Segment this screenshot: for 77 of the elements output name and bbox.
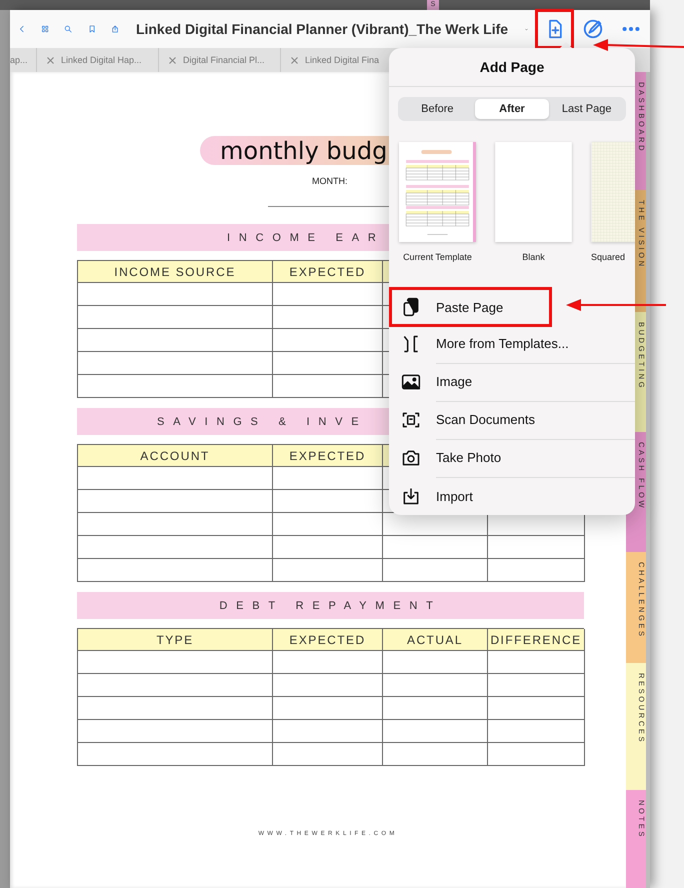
table-cell[interactable] bbox=[488, 536, 585, 559]
table-cell[interactable] bbox=[383, 536, 488, 559]
table-cell[interactable] bbox=[273, 306, 383, 329]
position-option[interactable]: After bbox=[474, 99, 550, 119]
tab-label: Digital Financial Pl... bbox=[183, 55, 265, 65]
column-header: ACTUAL bbox=[383, 629, 488, 651]
popover-title: Add Page bbox=[480, 59, 544, 75]
table-cell[interactable] bbox=[488, 651, 585, 674]
template-label: Blank bbox=[522, 252, 545, 262]
table-cell[interactable] bbox=[273, 283, 383, 306]
scan-icon bbox=[401, 410, 421, 430]
table-cell[interactable] bbox=[78, 674, 273, 697]
import-icon bbox=[401, 486, 421, 506]
template-label: Squared bbox=[591, 252, 626, 262]
table-cell[interactable] bbox=[488, 559, 585, 582]
position-option[interactable]: Before bbox=[400, 99, 475, 119]
position-option[interactable]: Last Page bbox=[549, 99, 624, 119]
month-label: MONTH: bbox=[312, 176, 348, 186]
table-cell[interactable] bbox=[488, 674, 585, 697]
table-cell[interactable] bbox=[78, 467, 273, 490]
template-thumbnail-drawing[interactable] bbox=[399, 142, 476, 242]
table-cell[interactable] bbox=[273, 490, 383, 513]
table-cell[interactable] bbox=[273, 329, 383, 352]
table-cell[interactable] bbox=[383, 674, 488, 697]
tab-label: Linked Digital Hap... bbox=[61, 55, 142, 65]
table-cell[interactable] bbox=[273, 352, 383, 375]
tab-label: ap... bbox=[10, 55, 28, 65]
table-cell[interactable] bbox=[78, 375, 273, 398]
table-cell[interactable] bbox=[488, 720, 585, 743]
column-header: EXPECTED bbox=[273, 629, 383, 651]
table-cell[interactable] bbox=[78, 306, 273, 329]
column-header: TYPE bbox=[78, 629, 273, 651]
table-cell[interactable] bbox=[78, 283, 273, 306]
table-cell[interactable] bbox=[273, 674, 383, 697]
column-header: INCOME SOURCE bbox=[78, 261, 273, 283]
table-cell[interactable] bbox=[488, 697, 585, 720]
table-cell[interactable] bbox=[273, 743, 383, 766]
table-cell[interactable] bbox=[78, 490, 273, 513]
table-cell[interactable] bbox=[383, 651, 488, 674]
table-cell[interactable] bbox=[383, 559, 488, 582]
table-cell[interactable] bbox=[78, 513, 273, 536]
table-cell[interactable] bbox=[78, 536, 273, 559]
table-cell[interactable] bbox=[488, 743, 585, 766]
table-cell[interactable] bbox=[78, 559, 273, 582]
column-header: DIFFERENCE bbox=[488, 629, 585, 651]
table-cell[interactable] bbox=[273, 651, 383, 674]
table-cell[interactable] bbox=[383, 743, 488, 766]
table-cell[interactable] bbox=[383, 697, 488, 720]
blank-page-thumbnail[interactable] bbox=[495, 142, 572, 242]
table-cell[interactable] bbox=[78, 720, 273, 743]
pages-icon bbox=[401, 297, 421, 317]
column-header: ACCOUNT bbox=[78, 445, 273, 467]
pen-circle-icon[interactable] bbox=[582, 18, 604, 40]
camera-icon bbox=[401, 448, 421, 468]
menu-item[interactable]: Paste Page bbox=[389, 287, 552, 327]
close-icon[interactable] bbox=[47, 56, 54, 64]
table-cell[interactable] bbox=[273, 720, 383, 743]
column-header: EXPECTED bbox=[273, 261, 383, 283]
table-cell[interactable] bbox=[78, 329, 273, 352]
close-icon[interactable] bbox=[291, 56, 298, 64]
table-cell[interactable] bbox=[273, 513, 383, 536]
close-icon[interactable] bbox=[169, 56, 176, 64]
table-cell[interactable] bbox=[273, 536, 383, 559]
table-cell[interactable] bbox=[273, 559, 383, 582]
column-header: EXPECTED bbox=[273, 445, 383, 467]
table-cell[interactable] bbox=[273, 467, 383, 490]
section-header: DEBT REPAYMENT bbox=[77, 592, 584, 619]
table-cell[interactable] bbox=[78, 743, 273, 766]
table-cell[interactable] bbox=[383, 720, 488, 743]
template-label: Current Template bbox=[403, 252, 472, 262]
table-cell[interactable] bbox=[78, 352, 273, 375]
table-cell[interactable] bbox=[273, 375, 383, 398]
table-cell[interactable] bbox=[273, 697, 383, 720]
tab-label: Linked Digital Fina bbox=[305, 55, 380, 65]
table-cell[interactable] bbox=[78, 651, 273, 674]
table-cell[interactable] bbox=[78, 697, 273, 720]
image-icon bbox=[401, 372, 421, 392]
